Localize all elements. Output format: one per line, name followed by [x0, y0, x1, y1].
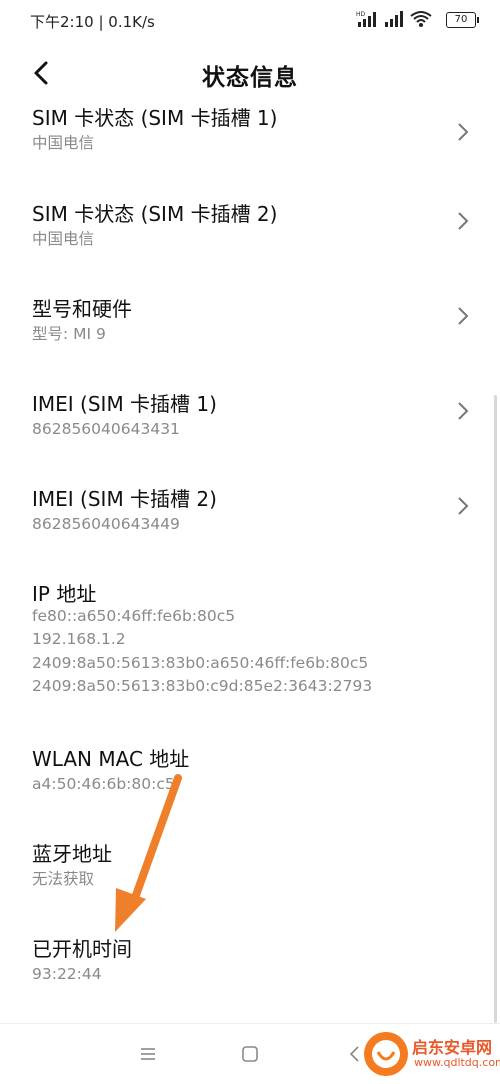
- item-subtitle: 862856040643449: [32, 515, 180, 533]
- list-item-sim-status-1[interactable]: SIM 卡状态 (SIM 卡插槽 1) 中国电信: [0, 102, 500, 192]
- item-subtitle: 无法获取: [32, 870, 95, 888]
- item-title: SIM 卡状态 (SIM 卡插槽 2): [32, 202, 278, 226]
- item-title: IMEI (SIM 卡插槽 1): [32, 392, 217, 416]
- item-title: SIM 卡状态 (SIM 卡插槽 1): [32, 106, 278, 130]
- list-item-model-hardware[interactable]: 型号和硬件 型号: MI 9: [0, 293, 500, 383]
- item-title: 蓝牙地址: [32, 842, 112, 866]
- chevron-right-icon: [458, 123, 469, 141]
- list-item-bluetooth-address[interactable]: 蓝牙地址 无法获取: [0, 838, 500, 918]
- item-subtitle: 中国电信: [32, 230, 95, 248]
- item-subtitle: a4:50:46:6b:80:c5: [32, 775, 175, 793]
- chevron-right-icon: [458, 497, 469, 515]
- list-item-sim-status-2[interactable]: SIM 卡状态 (SIM 卡插槽 2) 中国电信: [0, 198, 500, 288]
- watermark-brand: 启东安卓网: [412, 1038, 493, 1057]
- header: 状态信息: [0, 48, 500, 98]
- status-time-speed: 下午2:10 | 0.1K/s: [30, 13, 155, 31]
- list-item-uptime[interactable]: 已开机时间 93:22:44: [0, 933, 500, 1013]
- item-title: IP 地址: [32, 582, 97, 606]
- item-title: 已开机时间: [32, 937, 132, 961]
- item-subtitle: 93:22:44: [32, 965, 102, 983]
- home-icon[interactable]: [238, 1042, 262, 1066]
- list-item-imei-1[interactable]: IMEI (SIM 卡插槽 1) 862856040643431: [0, 388, 500, 478]
- signal-icon: [385, 11, 403, 27]
- status-bar: 下午2:10 | 0.1K/s HD 70: [0, 0, 500, 40]
- battery-indicator: 70: [446, 12, 479, 28]
- item-title: 型号和硬件: [32, 297, 132, 321]
- item-subtitle: 型号: MI 9: [32, 325, 106, 343]
- chevron-right-icon: [458, 212, 469, 230]
- status-icons: HD 70: [356, 10, 479, 30]
- list-item-wlan-mac[interactable]: WLAN MAC 地址 a4:50:46:6b:80:c5: [0, 743, 500, 823]
- page-title: 状态信息: [202, 65, 298, 91]
- hd-signal-icon: HD: [356, 11, 376, 27]
- scrollbar[interactable]: [494, 395, 497, 1023]
- item-title: WLAN MAC 地址: [32, 747, 190, 771]
- watermark-url: www.qdltdq.com: [414, 1056, 500, 1069]
- item-subtitle: 中国电信: [32, 134, 95, 152]
- wifi-icon: [410, 11, 432, 27]
- item-subtitle: 862856040643431: [32, 420, 180, 438]
- svg-text:HD: HD: [356, 11, 366, 18]
- watermark-logo: 启东安卓网 www.qdltdq.com: [364, 1028, 500, 1080]
- list-item-ip-address[interactable]: IP 地址 fe80::a650:46ff:fe6b:80c5 192.168.…: [0, 578, 500, 708]
- item-subtitle-line: 2409:8a50:5613:83b0:a650:46ff:fe6b:80c5: [32, 654, 369, 672]
- watermark-logo-icon: [364, 1032, 408, 1076]
- chevron-right-icon: [458, 402, 469, 420]
- item-subtitle-line: 2409:8a50:5613:83b0:c9d:85e2:3643:2793: [32, 677, 373, 695]
- item-subtitle-line: fe80::a650:46ff:fe6b:80c5: [32, 607, 236, 625]
- list-item-imei-2[interactable]: IMEI (SIM 卡插槽 2) 862856040643449: [0, 483, 500, 573]
- menu-icon[interactable]: [136, 1042, 160, 1066]
- item-subtitle-line: 192.168.1.2: [32, 630, 126, 648]
- item-title: IMEI (SIM 卡插槽 2): [32, 487, 217, 511]
- chevron-right-icon: [458, 307, 469, 325]
